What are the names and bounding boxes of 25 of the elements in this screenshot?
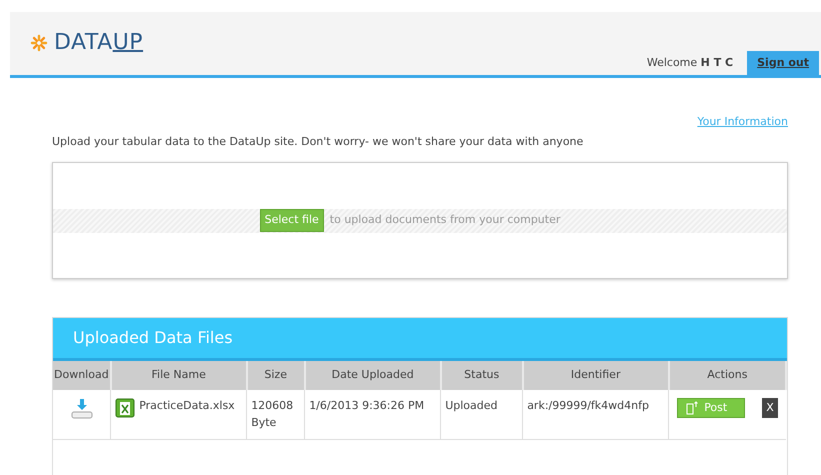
column-header: File Name [110,361,247,390]
table-cell: Uploaded [440,390,523,440]
file-name: PracticeData.xlsx [139,398,235,414]
column-header: Date Uploaded [304,361,441,390]
spreadsheet-icon [115,398,136,418]
column-header: Status [440,361,523,390]
upload-hint: to upload documents from your computer [330,212,560,228]
table-cell: 1/6/2013 9:36:26 PM [304,390,441,440]
delete-button[interactable]: X [762,398,778,418]
column-header: Actions [668,361,786,390]
download-icon[interactable] [70,398,93,420]
post-icon [686,401,698,415]
table-cell: 120608 Byte [246,390,305,440]
your-information-link[interactable]: Your Information [697,114,788,130]
sign-out-button[interactable]: Sign out [747,50,819,75]
table-cell: ark:/99999/fk4wd4nfp [522,390,669,440]
logo-text: DATAUP [54,29,144,57]
post-button[interactable]: Post [677,398,746,418]
panel-title: Uploaded Data Files [53,318,787,361]
column-header: Size [246,361,305,390]
select-file-button[interactable]: Select file [260,209,324,232]
column-header: Identifier [522,361,669,390]
column-header: Download [53,361,111,390]
intro-text: Upload your tabular data to the DataUp site. Don't worry- we won't share your data with anyone [52,134,584,150]
welcome-text: Welcome H T C [646,54,734,70]
